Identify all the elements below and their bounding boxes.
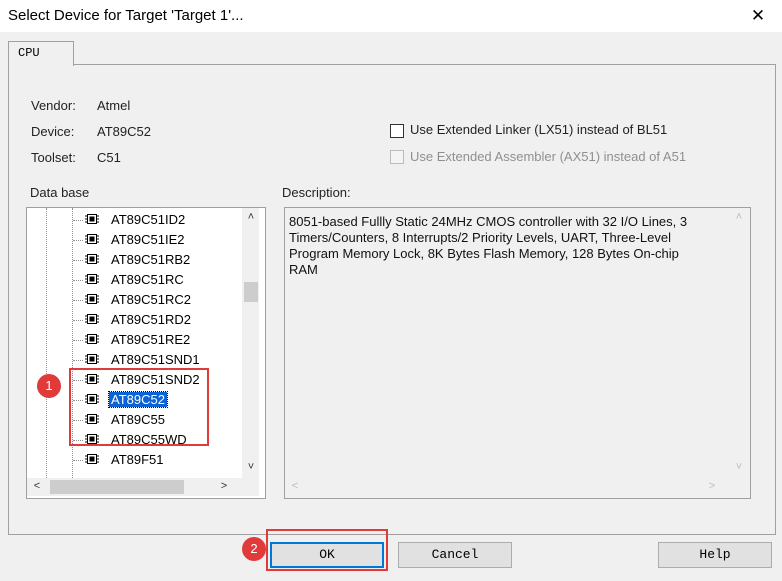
- vendor-label: Vendor:: [31, 98, 76, 113]
- tree-connector: [73, 320, 83, 321]
- chip-icon: [85, 332, 99, 346]
- extended-linker-label: Use Extended Linker (LX51) instead of BL…: [410, 122, 668, 137]
- title-bar: Select Device for Target 'Target 1'... ✕: [0, 0, 782, 32]
- tree-connector: [73, 280, 83, 281]
- toolset-label: Toolset:: [31, 150, 76, 165]
- chip-icon: [85, 212, 99, 226]
- horizontal-scrollbar[interactable]: < >: [27, 478, 242, 496]
- vendor-value: Atmel: [97, 98, 131, 113]
- list-item-label: AT89C51RC: [111, 272, 184, 287]
- description-text: 8051-based Fullly Static 24MHz CMOS cont…: [289, 214, 688, 277]
- tree-connector: [73, 220, 83, 221]
- horizontal-scroll-thumb[interactable]: [50, 480, 184, 494]
- desc-scroll-left-icon: <: [291, 480, 299, 492]
- tree-connector: [73, 240, 83, 241]
- tab-cpu-label: CPU: [18, 46, 40, 60]
- chip-icon: [85, 312, 99, 326]
- device-tree-list[interactable]: AT89C51ID2 AT89C51IE2 AT89C51RB2 AT89C51RC A…: [26, 207, 266, 499]
- chip-icon: [85, 292, 99, 306]
- desc-scroll-down-icon: ˅: [735, 461, 743, 473]
- vertical-scrollbar[interactable]: ˄ ˅: [242, 208, 259, 478]
- extended-assembler-checkbox: [390, 150, 404, 164]
- cancel-button[interactable]: Cancel: [398, 542, 512, 568]
- step-badge-2: 2: [242, 537, 266, 561]
- highlight-box-ok: [266, 529, 388, 571]
- highlight-box-device: [69, 368, 209, 446]
- scroll-left-icon[interactable]: <: [31, 480, 43, 492]
- description-vertical-scrollbar: ˄ ˅: [730, 208, 748, 478]
- list-item-label: AT89C51RB2: [111, 252, 191, 267]
- list-item-label: AT89C51RD2: [111, 312, 191, 327]
- description-label: Description:: [282, 185, 351, 200]
- list-item-label: AT89C51ID2: [111, 212, 186, 227]
- tree-connector: [73, 300, 83, 301]
- list-item-label: AT89C51RC2: [111, 292, 191, 307]
- help-button[interactable]: Help: [658, 542, 772, 568]
- scroll-down-icon[interactable]: ˅: [244, 461, 258, 473]
- scroll-up-icon[interactable]: ˄: [244, 211, 258, 223]
- cpu-panel: Vendor: Atmel Device: AT89C52 Toolset: C…: [8, 64, 776, 535]
- dialog-body: CPU Vendor: Atmel Device: AT89C52 Toolse…: [0, 32, 782, 581]
- toolset-value: C51: [97, 150, 121, 165]
- chip-icon: [85, 232, 99, 246]
- scrollbar-corner: [242, 478, 259, 496]
- database-label: Data base: [30, 185, 90, 200]
- window-title: Select Device for Target 'Target 1'...: [8, 7, 244, 24]
- extended-assembler-label: Use Extended Assembler (AX51) instead of…: [410, 149, 687, 164]
- close-icon[interactable]: ✕: [740, 2, 776, 30]
- list-item-label: AT89C51SND1: [111, 352, 200, 367]
- tree-connector: [73, 460, 83, 461]
- description-box: 8051-based Fullly Static 24MHz CMOS cont…: [284, 207, 751, 499]
- chip-icon: [85, 272, 99, 286]
- tab-cpu[interactable]: CPU: [8, 41, 74, 66]
- list-item-label: AT89C51IE2: [111, 232, 185, 247]
- list-item-label: AT89F51: [111, 452, 164, 467]
- desc-scroll-right-icon: >: [708, 480, 716, 492]
- tree-connector: [73, 360, 83, 361]
- device-value: AT89C52: [97, 124, 151, 139]
- desc-scroll-up-icon: ˄: [735, 211, 743, 223]
- description-horizontal-scrollbar: < >: [285, 478, 730, 496]
- tree-connector: [73, 340, 83, 341]
- vertical-scroll-thumb[interactable]: [244, 282, 258, 302]
- extended-linker-checkbox[interactable]: [390, 124, 404, 138]
- tree-connector: [73, 260, 83, 261]
- chip-icon: [85, 452, 99, 466]
- list-item-label: AT89C51RE2: [111, 332, 191, 347]
- chip-icon: [85, 352, 99, 366]
- tree-line: [46, 208, 47, 478]
- chip-icon: [85, 252, 99, 266]
- scroll-right-icon[interactable]: >: [218, 480, 230, 492]
- device-label: Device:: [31, 124, 75, 139]
- step-badge-1: 1: [37, 374, 61, 398]
